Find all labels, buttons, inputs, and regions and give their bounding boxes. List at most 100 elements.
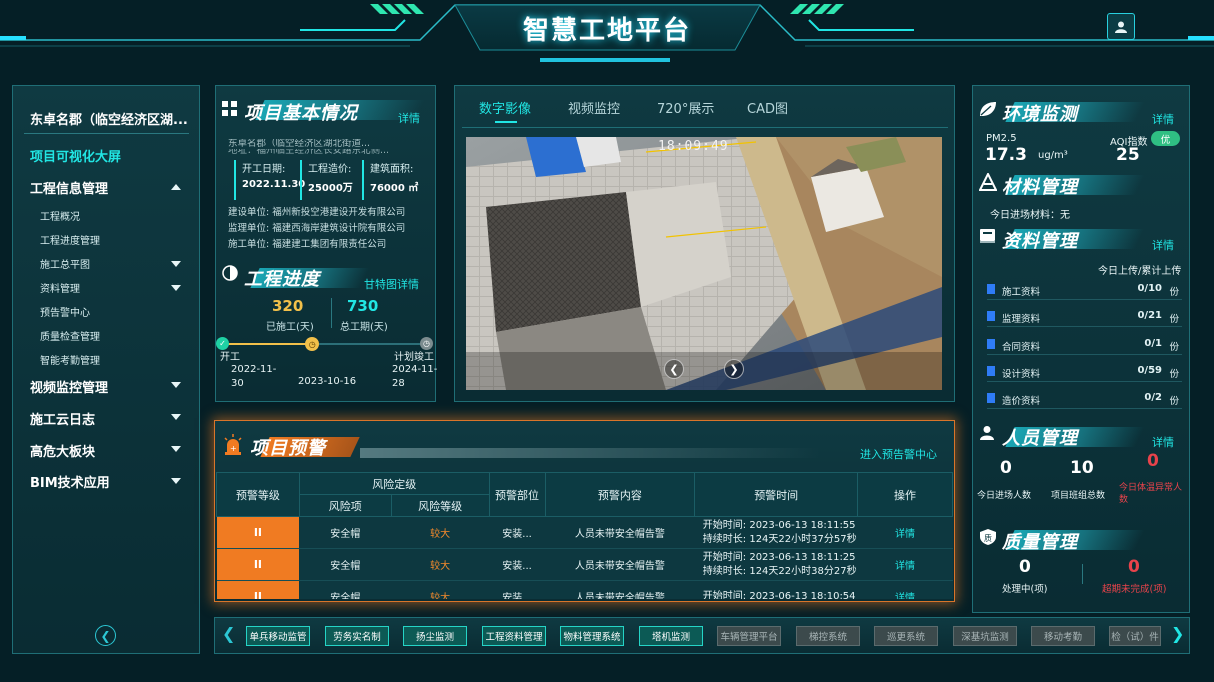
alert-detail-link[interactable]: 详情 xyxy=(857,548,953,581)
start-date: 2022-11-30 xyxy=(231,364,277,389)
quick-btn-material-system[interactable]: 物料管理系统 xyxy=(560,626,624,646)
sidebar-item-bim[interactable]: BIM技术应用 xyxy=(30,472,110,491)
quality-overdue-count: 0 xyxy=(1128,557,1140,577)
personnel-detail-link[interactable]: 详情 xyxy=(1152,434,1174,450)
chevron-down-icon[interactable] xyxy=(171,478,181,484)
quick-btn-vehicle[interactable]: 车辆管理平台 xyxy=(717,626,781,646)
alert-time: 开始时间: 2023-06-13 18:11:25 持续时长: 124天22小时3… xyxy=(694,548,858,581)
quick-btn-elevator[interactable]: 梯控系统 xyxy=(796,626,860,646)
site-aerial-image[interactable]: 18:09:49 xyxy=(466,137,942,390)
col-header-risk-group: 风险定级 xyxy=(298,472,490,495)
start-date-box: 开工日期: 2022.11.30 xyxy=(234,160,305,200)
alert-content: 人员未带安全帽告警 xyxy=(545,548,695,581)
chevron-down-icon[interactable] xyxy=(171,285,181,291)
col-header-level: 预警等级 xyxy=(216,472,300,517)
sidebar-subitem-quality[interactable]: 质量检查管理 xyxy=(40,328,100,343)
col-header-part: 预警部位 xyxy=(488,472,546,517)
book-icon xyxy=(980,229,995,243)
divider xyxy=(1082,564,1083,584)
sidebar-item-visual-screen[interactable]: 项目可视化大屏 xyxy=(30,146,121,165)
alarm-icon: + xyxy=(224,434,242,455)
project-info-detail-link[interactable]: 详情 xyxy=(398,110,420,126)
list-item[interactable]: 造价资料 0/2 份 xyxy=(987,389,1182,409)
sidebar-item-log[interactable]: 施工云日志 xyxy=(30,409,95,428)
sidebar-subitem-site-plan[interactable]: 施工总平图 xyxy=(40,256,90,271)
alert-detail-link[interactable]: 详情 xyxy=(857,580,953,599)
temp-abnormal-label: 今日体温异常人数 xyxy=(1119,483,1183,505)
scroll-left-icon[interactable]: ❮ xyxy=(222,624,235,643)
col-header-op: 操作 xyxy=(857,472,953,517)
table-row: II 安全帽 较大 安装... 人员未带安全帽告警 开始时间: 2023-06-… xyxy=(216,580,953,599)
sidebar-subitem-progress[interactable]: 工程进度管理 xyxy=(40,232,100,247)
alert-detail-link[interactable]: 详情 xyxy=(857,516,953,549)
divider xyxy=(987,299,1182,300)
environment-title: 环境监测 xyxy=(1002,104,1078,125)
environment-detail-link[interactable]: 详情 xyxy=(1152,111,1174,127)
tab-video-monitor[interactable]: 视频监控 xyxy=(568,98,620,117)
next-image-button[interactable]: ❯ xyxy=(724,359,744,379)
list-item[interactable]: 监理资料 0/21 份 xyxy=(987,307,1182,327)
doc-unit: 份 xyxy=(1169,342,1179,353)
chevron-down-icon[interactable] xyxy=(171,446,181,452)
active-tab-indicator xyxy=(495,121,517,123)
quick-btn-mobile-supervision[interactable]: 单兵移动监管 xyxy=(246,626,310,646)
construction-site-photo xyxy=(466,137,942,390)
sidebar-item-hazard[interactable]: 高危大板块 xyxy=(30,441,95,460)
sidebar-subitem-attendance[interactable]: 智能考勤管理 xyxy=(40,352,100,367)
project-info-title: 项目基本情况 xyxy=(244,103,358,124)
doc-unit: 份 xyxy=(1169,396,1179,407)
sidebar-item-video[interactable]: 视频监控管理 xyxy=(30,377,108,396)
col-header-risk-item: 风险项 xyxy=(298,494,392,517)
quick-btn-engineering-docs[interactable]: 工程资料管理 xyxy=(482,626,546,646)
documents-detail-link[interactable]: 详情 xyxy=(1152,237,1174,253)
risk-level: 较大 xyxy=(391,516,490,549)
quick-btn-labor-realname[interactable]: 劳务实名制 xyxy=(325,626,389,646)
quick-btn-patrol[interactable]: 巡更系统 xyxy=(874,626,938,646)
quick-btn-tower-crane[interactable]: 塔机监测 xyxy=(639,626,703,646)
quick-btn-deep-pit[interactable]: 深基坑监测 xyxy=(953,626,1017,646)
user-account-button[interactable] xyxy=(1107,13,1135,40)
alert-center-link[interactable]: 进入预告警中心 xyxy=(860,446,937,462)
end-date: 2024-11-28 xyxy=(392,364,438,389)
quick-btn-mobile-attendance[interactable]: 移动考勤 xyxy=(1031,626,1095,646)
document-icon xyxy=(987,393,995,403)
chevron-up-icon[interactable] xyxy=(171,184,181,190)
chevron-down-icon[interactable] xyxy=(171,261,181,267)
sidebar-item-project-info[interactable]: 工程信息管理 xyxy=(30,178,108,197)
page-title: 智慧工地平台 xyxy=(522,16,691,46)
quick-btn-test-piece[interactable]: 检（试）件 xyxy=(1109,626,1161,646)
chevron-down-icon[interactable] xyxy=(171,382,181,388)
alert-time: 开始时间: 2023-06-13 18:10:54 xyxy=(694,580,858,599)
project-name[interactable]: 东卓名郡（临空经济区湖... xyxy=(30,109,188,128)
list-item[interactable]: 施工资料 0/10 份 xyxy=(987,280,1182,300)
gantt-detail-link[interactable]: 甘特图详情 xyxy=(364,276,419,292)
quality-pending-count: 0 xyxy=(1019,557,1031,577)
col-header-content: 预警内容 xyxy=(544,472,696,517)
materials-icon xyxy=(979,173,997,191)
tab-digital-image[interactable]: 数字影像 xyxy=(479,98,531,117)
list-item[interactable]: 合同资料 0/1 份 xyxy=(987,335,1182,355)
chevron-left-icon: ❮ xyxy=(669,362,679,376)
sidebar-subitem-alerts[interactable]: 预告警中心 xyxy=(40,304,90,319)
list-item[interactable]: 设计资料 0/59 份 xyxy=(987,362,1182,382)
alert-table-wrapper[interactable]: 预警等级 风险定级 预警部位 预警内容 预警时间 操作 风险项 风险等级 II … xyxy=(216,472,953,599)
sidebar-subitem-documents[interactable]: 资料管理 xyxy=(40,280,80,295)
alert-title: 项目预警 xyxy=(250,438,326,459)
pie-chart-icon xyxy=(222,265,238,281)
document-icon xyxy=(987,311,995,321)
doc-count: 0/10 xyxy=(1137,283,1162,294)
alert-part: 安装... xyxy=(489,548,546,581)
sidebar-subitem-overview[interactable]: 工程概况 xyxy=(40,208,80,223)
start-date-label: 开工日期: xyxy=(242,164,286,175)
alert-part: 安装... xyxy=(489,580,546,599)
tab-cad[interactable]: CAD图 xyxy=(747,98,788,117)
document-icon xyxy=(987,366,995,376)
materials-title: 材料管理 xyxy=(1002,177,1078,198)
tab-720-view[interactable]: 720°展示 xyxy=(657,98,714,117)
chevron-down-icon[interactable] xyxy=(171,414,181,420)
construct-unit: 施工单位: 福建建工集团有限责任公司 xyxy=(228,239,387,250)
quick-btn-dust-monitor[interactable]: 扬尘监测 xyxy=(403,626,467,646)
collapse-sidebar-button[interactable]: ❮ xyxy=(95,625,116,646)
scroll-right-icon[interactable]: ❯ xyxy=(1171,624,1184,643)
prev-image-button[interactable]: ❮ xyxy=(664,359,684,379)
